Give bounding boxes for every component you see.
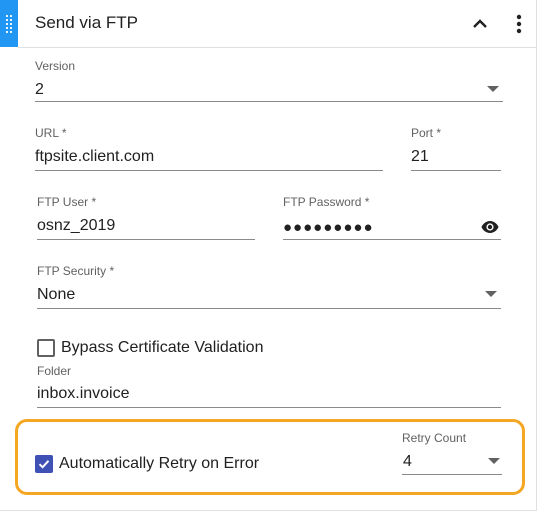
ftp-user-label: FTP User * <box>37 195 97 209</box>
ftp-user-underline <box>37 239 255 240</box>
retry-count-label: Retry Count <box>402 431 467 445</box>
ftp-security-select[interactable]: FTP Security * None <box>37 261 501 309</box>
port-field[interactable]: Port * 21 <box>411 123 501 171</box>
drag-handle[interactable] <box>0 0 18 47</box>
retry-count-select[interactable]: Retry Count 4 <box>402 428 502 476</box>
drag-handle-icon <box>5 14 13 34</box>
arrow-drop-down-icon <box>485 291 497 297</box>
more-vertical-icon <box>516 14 522 34</box>
auto-retry-label[interactable]: Automatically Retry on Error <box>59 455 259 473</box>
port-label: Port * <box>411 126 442 140</box>
url-underline <box>35 170 383 171</box>
ftp-password-field[interactable]: FTP Password * ●●●●●●●●● <box>283 192 501 240</box>
folder-underline <box>37 407 501 408</box>
url-label: URL * <box>35 126 67 140</box>
ftp-user-value: osnz_2019 <box>37 217 116 234</box>
card-title: Send via FTP <box>35 13 138 32</box>
bypass-certificate-checkbox[interactable] <box>37 339 55 357</box>
ftp-password-label: FTP Password * <box>283 195 370 209</box>
check-icon <box>38 460 50 469</box>
url-field[interactable]: URL * ftpsite.client.com <box>35 123 383 171</box>
folder-field[interactable]: Folder inbox.invoice <box>37 361 501 408</box>
url-value: ftpsite.client.com <box>35 148 155 165</box>
card-header: Send via FTP <box>18 0 536 48</box>
ftp-password-value: ●●●●●●●●● <box>283 219 374 236</box>
folder-value: inbox.invoice <box>37 385 130 402</box>
arrow-drop-down-icon <box>487 86 499 92</box>
collapse-button[interactable] <box>466 10 494 38</box>
chevron-up-icon <box>473 19 487 28</box>
version-select[interactable]: Version 2 <box>35 57 503 103</box>
retry-count-value: 4 <box>403 453 412 470</box>
ftp-security-underline <box>37 308 501 309</box>
version-label: Version <box>35 59 76 73</box>
more-options-button[interactable] <box>505 10 533 38</box>
ftp-password-underline <box>283 239 501 240</box>
port-value: 21 <box>411 148 429 165</box>
toggle-password-visibility-button[interactable] <box>479 218 501 236</box>
ftp-security-value: None <box>37 286 76 303</box>
ftp-security-label: FTP Security * <box>37 264 115 278</box>
retry-count-underline <box>402 474 502 475</box>
arrow-drop-down-icon <box>488 458 500 464</box>
folder-label: Folder <box>37 364 72 378</box>
ftp-settings-card: Send via FTP Version 2 URL * ftpsite.cli… <box>0 0 537 511</box>
port-underline <box>411 170 501 171</box>
bypass-certificate-label[interactable]: Bypass Certificate Validation <box>61 339 263 357</box>
ftp-user-field[interactable]: FTP User * osnz_2019 <box>37 192 255 240</box>
eye-icon <box>481 221 499 233</box>
auto-retry-checkbox[interactable] <box>35 455 53 473</box>
version-underline <box>35 101 503 102</box>
version-value: 2 <box>35 81 44 98</box>
